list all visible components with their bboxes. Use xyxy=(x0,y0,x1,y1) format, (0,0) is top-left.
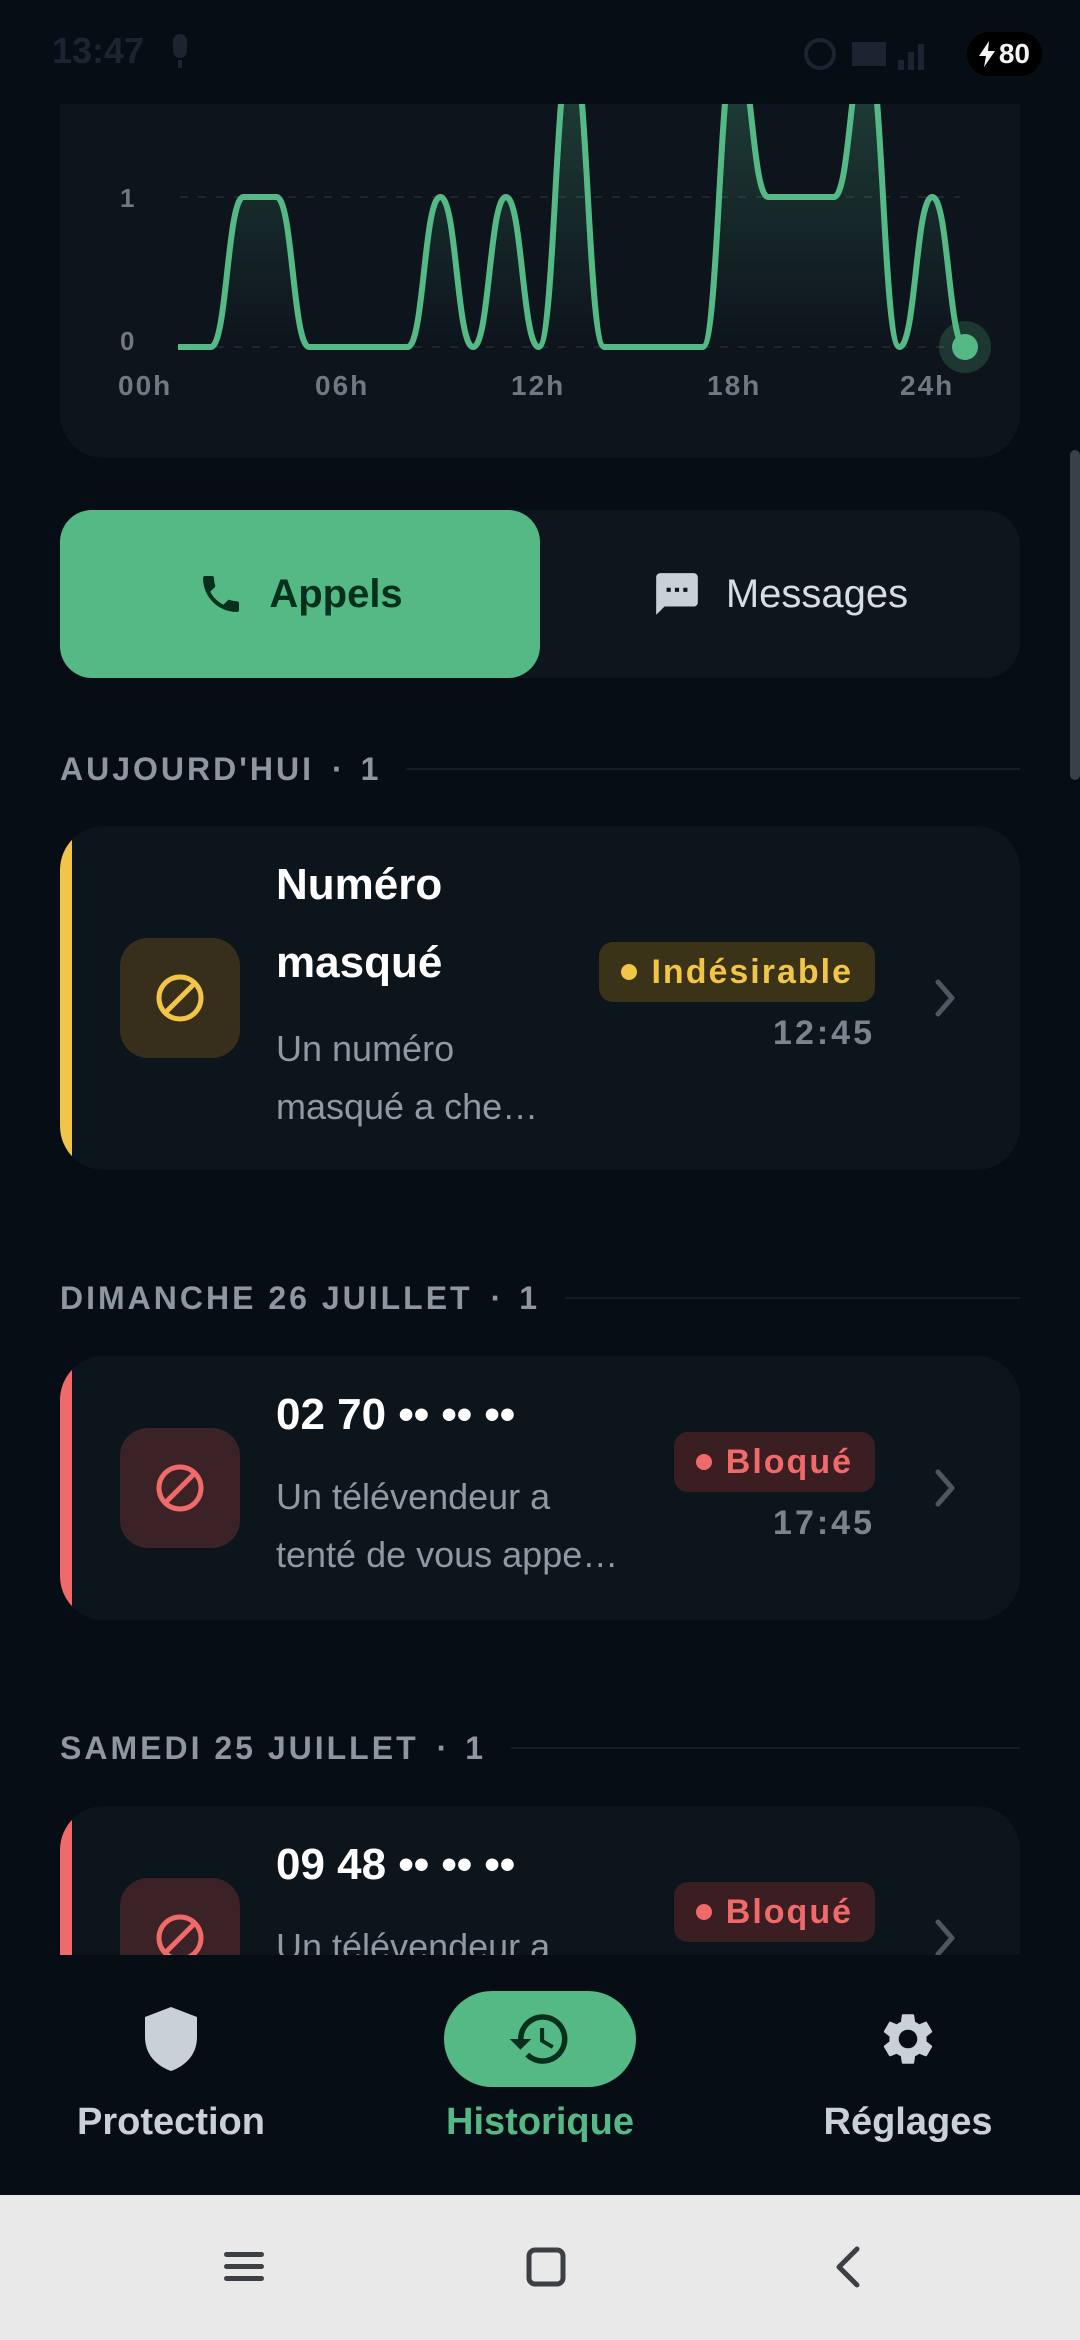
menu-icon xyxy=(224,2252,264,2281)
section-title: AUJOURD'HUI xyxy=(60,750,314,787)
home-square-icon xyxy=(526,2247,566,2287)
badge-label: Bloqué xyxy=(725,1442,853,1481)
x-tick-label-12h: 12h xyxy=(511,370,565,401)
x-tick-label-24h: 24h xyxy=(900,370,954,401)
section-title: SAMEDI 25 JUILLET xyxy=(60,1729,419,1766)
battery-indicator: 80 xyxy=(966,32,1042,76)
blocked-icon xyxy=(156,974,204,1022)
current-point xyxy=(952,334,978,360)
nav-label-protection: Protection xyxy=(77,2101,265,2143)
tab-messages-label: Messages xyxy=(725,571,909,616)
screen: 1 0 00h 06h 12h 18h 24h 13:47 80 Appels … xyxy=(0,0,1080,2340)
status-badge-spam: Indésirable xyxy=(599,942,875,1002)
section-header-today: AUJOURD'HUI · 1 xyxy=(60,744,1020,794)
section-separator: · xyxy=(331,750,343,787)
badge-label: Bloqué xyxy=(725,1892,853,1931)
card-description-line-2: tenté de vous appe… xyxy=(276,1534,619,1575)
battery-level: 80 xyxy=(998,38,1030,69)
activity-chart: 1 0 00h 06h 12h 18h 24h xyxy=(118,60,991,401)
microphone-icon xyxy=(173,34,187,68)
message-icon xyxy=(656,573,698,615)
section-count: 1 xyxy=(519,1279,538,1316)
charging-icon xyxy=(978,41,995,67)
nav-pill xyxy=(812,1991,1004,2087)
card-title: 09 48 •• •• •• xyxy=(276,1840,516,1889)
card-accent-bar xyxy=(60,1356,72,1620)
chevron-right-icon xyxy=(935,1919,955,1957)
card-icon-tile xyxy=(120,938,240,1058)
card-icon-tile xyxy=(120,1428,240,1548)
status-badge-blocked: Bloqué xyxy=(673,1882,875,1942)
status-bar: 13:47 80 xyxy=(0,0,1080,105)
status-time: 13:47 xyxy=(52,30,145,71)
history-icon xyxy=(509,2014,568,2064)
section-header-saturday: SAMEDI 25 JUILLET · 1 xyxy=(60,1723,1020,1773)
nav-item-history[interactable]: Historique xyxy=(390,1991,690,2161)
gear-icon xyxy=(883,2014,933,2064)
signal-icons xyxy=(804,38,924,70)
card-time: 12:45 xyxy=(773,1014,875,1052)
nav-pill-active xyxy=(444,1991,636,2087)
badge-label: Indésirable xyxy=(651,952,853,991)
blocked-icon xyxy=(156,1464,204,1512)
card-title-line-2: masqué xyxy=(276,938,443,987)
status-badge-blocked: Bloqué xyxy=(673,1432,875,1492)
section-divider xyxy=(406,768,1020,770)
badge-dot xyxy=(695,1454,712,1470)
system-menu-button[interactable] xyxy=(212,2235,276,2299)
chevron-right-icon xyxy=(935,979,955,1017)
x-tick-label-06h: 06h xyxy=(315,370,369,401)
history-card-hidden-number[interactable]: Numéro masqué Un numéro masqué a che… In… xyxy=(60,826,1020,1170)
history-card-0270[interactable]: 02 70 •• •• •• Un télévendeur a tenté de… xyxy=(60,1356,1020,1620)
nav-pill xyxy=(75,1991,267,2087)
nav-label-history: Historique xyxy=(446,2101,634,2143)
nav-item-settings[interactable]: Réglages xyxy=(758,1991,1058,2161)
section-divider xyxy=(565,1297,1020,1299)
card-title-line-1: Numéro xyxy=(276,860,443,909)
type-segmented-control: Appels Messages xyxy=(60,510,1020,678)
activity-chart-card: 1 0 00h 06h 12h 18h 24h xyxy=(60,60,1020,458)
badge-dot xyxy=(621,964,638,980)
tab-calls[interactable]: Appels xyxy=(60,510,540,678)
scrollbar[interactable] xyxy=(1070,450,1080,780)
chevron-right-icon xyxy=(935,1469,955,1507)
tab-calls-label: Appels xyxy=(269,571,403,616)
section-header-sunday: DIMANCHE 26 JUILLET · 1 xyxy=(60,1273,1020,1323)
nav-item-protection[interactable]: Protection xyxy=(21,1991,321,2161)
tab-messages[interactable]: Messages xyxy=(540,510,1020,678)
nav-label-settings: Réglages xyxy=(823,2101,993,2143)
system-navigation-bar xyxy=(0,2195,1080,2340)
bottom-navigation: Protection Historique Réglages xyxy=(0,1955,1080,2195)
back-chevron-icon xyxy=(836,2246,860,2288)
section-count: 1 xyxy=(360,750,379,787)
card-time: 17:45 xyxy=(773,1504,875,1542)
section-count: 1 xyxy=(465,1729,484,1766)
card-accent-bar xyxy=(60,826,72,1170)
section-divider xyxy=(511,1747,1020,1749)
card-title: 02 70 •• •• •• xyxy=(276,1390,516,1439)
shield-icon xyxy=(145,2007,197,2071)
card-description-line-1: Un numéro xyxy=(276,1028,455,1069)
section-title: DIMANCHE 26 JUILLET xyxy=(60,1279,473,1316)
x-tick-label-18h: 18h xyxy=(707,370,761,401)
card-description-line-2: masqué a che… xyxy=(276,1086,539,1127)
section-separator: · xyxy=(436,1729,448,1766)
system-home-button[interactable] xyxy=(514,2235,578,2299)
phone-icon xyxy=(203,576,240,612)
section-separator: · xyxy=(490,1279,502,1316)
badge-dot xyxy=(695,1904,712,1920)
system-back-button[interactable] xyxy=(816,2235,880,2299)
y-tick-label-1: 1 xyxy=(120,183,134,213)
card-description-line-1: Un télévendeur a xyxy=(276,1476,551,1517)
x-tick-label-00h: 00h xyxy=(118,370,172,401)
y-tick-label-0: 0 xyxy=(120,326,134,356)
